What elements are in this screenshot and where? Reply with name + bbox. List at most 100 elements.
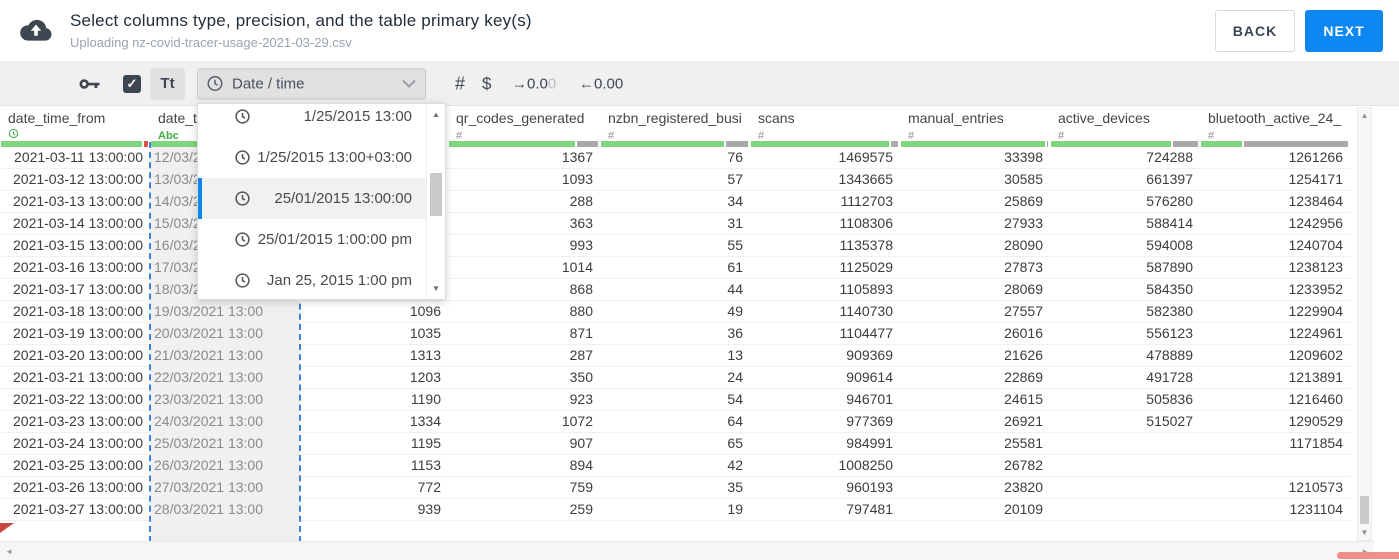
table-cell[interactable]: 25869 <box>900 191 1050 212</box>
table-cell[interactable]: 724288 <box>1050 147 1200 168</box>
table-cell[interactable]: 1104477 <box>750 323 900 344</box>
back-button[interactable]: BACK <box>1215 9 1295 52</box>
table-cell[interactable]: 1105893 <box>750 279 900 300</box>
table-cell[interactable]: 1469575 <box>750 147 900 168</box>
table-cell[interactable]: 64 <box>600 411 750 432</box>
table-cell[interactable]: 1112703 <box>750 191 900 212</box>
table-cell[interactable]: 1195 <box>300 433 448 454</box>
table-cell[interactable]: 556123 <box>1050 323 1200 344</box>
table-cell[interactable]: 61 <box>600 257 750 278</box>
table-cell[interactable]: 946701 <box>750 389 900 410</box>
column-type-select[interactable]: Date / time <box>197 68 426 99</box>
table-cell[interactable]: 1140730 <box>750 301 900 322</box>
column-header[interactable]: bluetooth_active_24_hr_# <box>1200 106 1350 147</box>
table-cell[interactable]: 2021-03-17 13:00:00 <box>0 279 150 300</box>
column-header[interactable]: manual_entries # <box>900 106 1050 147</box>
scroll-left-arrow-icon[interactable]: ◄ <box>5 547 13 556</box>
text-type-button[interactable]: Tt <box>150 67 185 100</box>
date-format-option[interactable]: 1/25/2015 13:00+03:00 <box>198 137 426 178</box>
table-cell[interactable]: 909614 <box>750 367 900 388</box>
table-cell[interactable]: 21626 <box>900 345 1050 366</box>
table-cell[interactable]: 2021-03-22 13:00:00 <box>0 389 150 410</box>
nullable-checkbox[interactable]: ✓ <box>123 74 141 93</box>
table-cell[interactable]: 1254171 <box>1200 169 1350 190</box>
table-cell[interactable]: 33398 <box>900 147 1050 168</box>
table-cell[interactable]: 1190 <box>300 389 448 410</box>
table-cell[interactable]: 907 <box>448 433 600 454</box>
table-cell[interactable]: 1213891 <box>1200 367 1350 388</box>
table-cell[interactable]: 34 <box>600 191 750 212</box>
table-cell[interactable]: 1238123 <box>1200 257 1350 278</box>
table-cell[interactable]: 19/03/2021 13:00 <box>150 301 300 322</box>
table-cell[interactable]: 661397 <box>1050 169 1200 190</box>
table-cell[interactable]: 1261266 <box>1200 147 1350 168</box>
table-cell[interactable]: 584350 <box>1050 279 1200 300</box>
table-cell[interactable]: 27933 <box>900 213 1050 234</box>
table-cell[interactable]: 1072 <box>448 411 600 432</box>
table-cell[interactable]: 1096 <box>300 301 448 322</box>
table-cell[interactable]: 2021-03-21 13:00:00 <box>0 367 150 388</box>
table-cell[interactable]: 1014 <box>448 257 600 278</box>
next-button[interactable]: NEXT <box>1305 9 1383 52</box>
table-cell[interactable]: 1035 <box>300 323 448 344</box>
table-cell[interactable] <box>1050 455 1200 476</box>
integer-type-button[interactable]: # <box>455 73 465 94</box>
table-cell[interactable]: 27873 <box>900 257 1050 278</box>
table-cell[interactable]: 594008 <box>1050 235 1200 256</box>
table-cell[interactable]: 363 <box>448 213 600 234</box>
table-cell[interactable]: 1093 <box>448 169 600 190</box>
table-cell[interactable]: 1240704 <box>1200 235 1350 256</box>
table-cell[interactable]: 939 <box>300 499 448 520</box>
table-cell[interactable]: 22869 <box>900 367 1050 388</box>
horizontal-scrollbar[interactable]: ◄ ► <box>0 541 1374 560</box>
table-cell[interactable]: 894 <box>448 455 600 476</box>
table-cell[interactable]: 2021-03-18 13:00:00 <box>0 301 150 322</box>
table-cell[interactable]: 21/03/2021 13:00 <box>150 345 300 366</box>
table-cell[interactable]: 2021-03-12 13:00:00 <box>0 169 150 190</box>
table-cell[interactable]: 26/03/2021 13:00 <box>150 455 300 476</box>
date-format-option[interactable]: 25/01/2015 1:00:00 pm <box>198 219 426 260</box>
table-cell[interactable]: 1313 <box>300 345 448 366</box>
table-cell[interactable]: 2021-03-19 13:00:00 <box>0 323 150 344</box>
table-cell[interactable]: 2021-03-15 13:00:00 <box>0 235 150 256</box>
table-cell[interactable]: 2021-03-24 13:00:00 <box>0 433 150 454</box>
table-cell[interactable]: 1171854 <box>1200 433 1350 454</box>
table-cell[interactable]: 23/03/2021 13:00 <box>150 389 300 410</box>
column-header[interactable]: nzbn_registered_busine# <box>600 106 750 147</box>
table-cell[interactable]: 31 <box>600 213 750 234</box>
table-cell[interactable]: 35 <box>600 477 750 498</box>
dropdown-scrollbar-thumb[interactable] <box>430 173 442 216</box>
column-header[interactable]: date_time_from <box>0 106 150 147</box>
table-cell[interactable]: 24 <box>600 367 750 388</box>
table-cell[interactable]: 2021-03-16 13:00:00 <box>0 257 150 278</box>
table-cell[interactable] <box>1050 433 1200 454</box>
table-cell[interactable]: 909369 <box>750 345 900 366</box>
table-cell[interactable]: 22/03/2021 13:00 <box>150 367 300 388</box>
table-cell[interactable]: 28/03/2021 13:00 <box>150 499 300 520</box>
table-cell[interactable]: 1203 <box>300 367 448 388</box>
table-cell[interactable]: 1242956 <box>1200 213 1350 234</box>
dropdown-scrollbar[interactable]: ▲ ▼ <box>426 104 445 299</box>
table-cell[interactable]: 1135378 <box>750 235 900 256</box>
table-cell[interactable]: 1343665 <box>750 169 900 190</box>
table-cell[interactable]: 1367 <box>448 147 600 168</box>
table-cell[interactable]: 582380 <box>1050 301 1200 322</box>
date-format-option[interactable]: 25/01/2015 13:00:00 <box>198 178 426 219</box>
table-cell[interactable]: 1334 <box>300 411 448 432</box>
table-cell[interactable]: 491728 <box>1050 367 1200 388</box>
table-cell[interactable]: 2021-03-20 13:00:00 <box>0 345 150 366</box>
table-cell[interactable]: 13 <box>600 345 750 366</box>
table-cell[interactable]: 1229904 <box>1200 301 1350 322</box>
table-cell[interactable]: 984991 <box>750 433 900 454</box>
table-cell[interactable]: 288 <box>448 191 600 212</box>
table-cell[interactable]: 55 <box>600 235 750 256</box>
table-cell[interactable]: 2021-03-26 13:00:00 <box>0 477 150 498</box>
table-cell[interactable]: 1216460 <box>1200 389 1350 410</box>
table-cell[interactable]: 880 <box>448 301 600 322</box>
table-cell[interactable]: 24615 <box>900 389 1050 410</box>
table-cell[interactable]: 65 <box>600 433 750 454</box>
table-cell[interactable]: 923 <box>448 389 600 410</box>
decimal-decrease-button[interactable]: →0.00 <box>512 75 556 92</box>
scroll-down-arrow-icon[interactable]: ▼ <box>1358 528 1371 537</box>
table-cell[interactable]: 759 <box>448 477 600 498</box>
